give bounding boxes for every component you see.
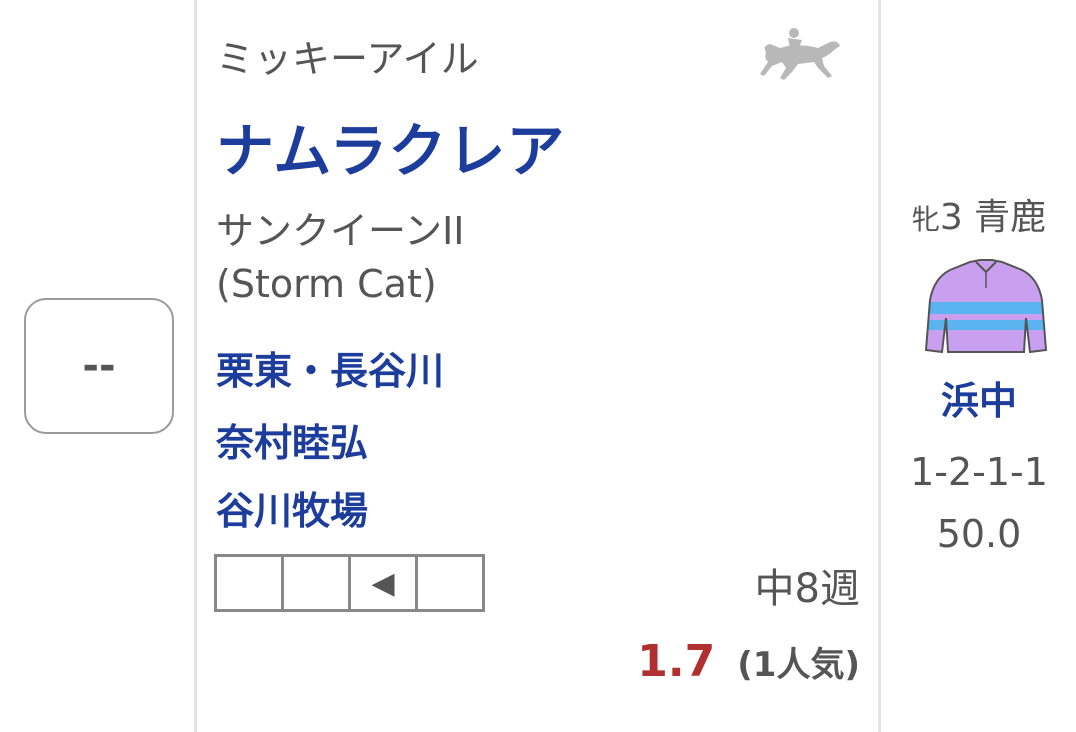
running-style-box (214, 554, 284, 612)
sex-age-color: 牝3 青鹿 (882, 188, 1076, 240)
race-record: 1-2-1-1 (910, 450, 1048, 494)
running-style-box (415, 554, 485, 612)
jockey-silks-icon (924, 259, 1048, 354)
popularity-rank: (1人気) (737, 645, 860, 685)
dam-name: サンクイーンII (216, 209, 465, 253)
horse-name-link[interactable]: ナムラクレア (216, 104, 565, 188)
running-style-box-marked: ◀ (348, 554, 418, 612)
racehorse-icon (760, 28, 840, 80)
running-style-box (281, 554, 351, 612)
damsire-name: (Storm Cat) (216, 262, 437, 306)
jockey-link[interactable]: 浜中 (882, 370, 1076, 425)
carried-weight: 50.0 (936, 512, 1022, 556)
sire-name: ミッキーアイル (216, 37, 479, 81)
column-divider-right (878, 0, 881, 732)
breeder-link[interactable]: 谷川牧場 (216, 480, 368, 535)
mark-select-button[interactable]: -- (24, 298, 174, 434)
sex-label: 牝 (911, 203, 940, 236)
running-style-boxes: ◀ (214, 554, 485, 612)
owner-link[interactable]: 奈村睦弘 (216, 412, 368, 467)
race-interval: 中8週 (754, 566, 860, 612)
odds-block: 1.7 (1人気) (637, 636, 860, 687)
age-coat-label: 3 青鹿 (939, 197, 1047, 238)
column-divider-left (194, 0, 197, 732)
trainer-link[interactable]: 栗東・長谷川 (216, 340, 444, 395)
odds-value: 1.7 (637, 636, 716, 687)
